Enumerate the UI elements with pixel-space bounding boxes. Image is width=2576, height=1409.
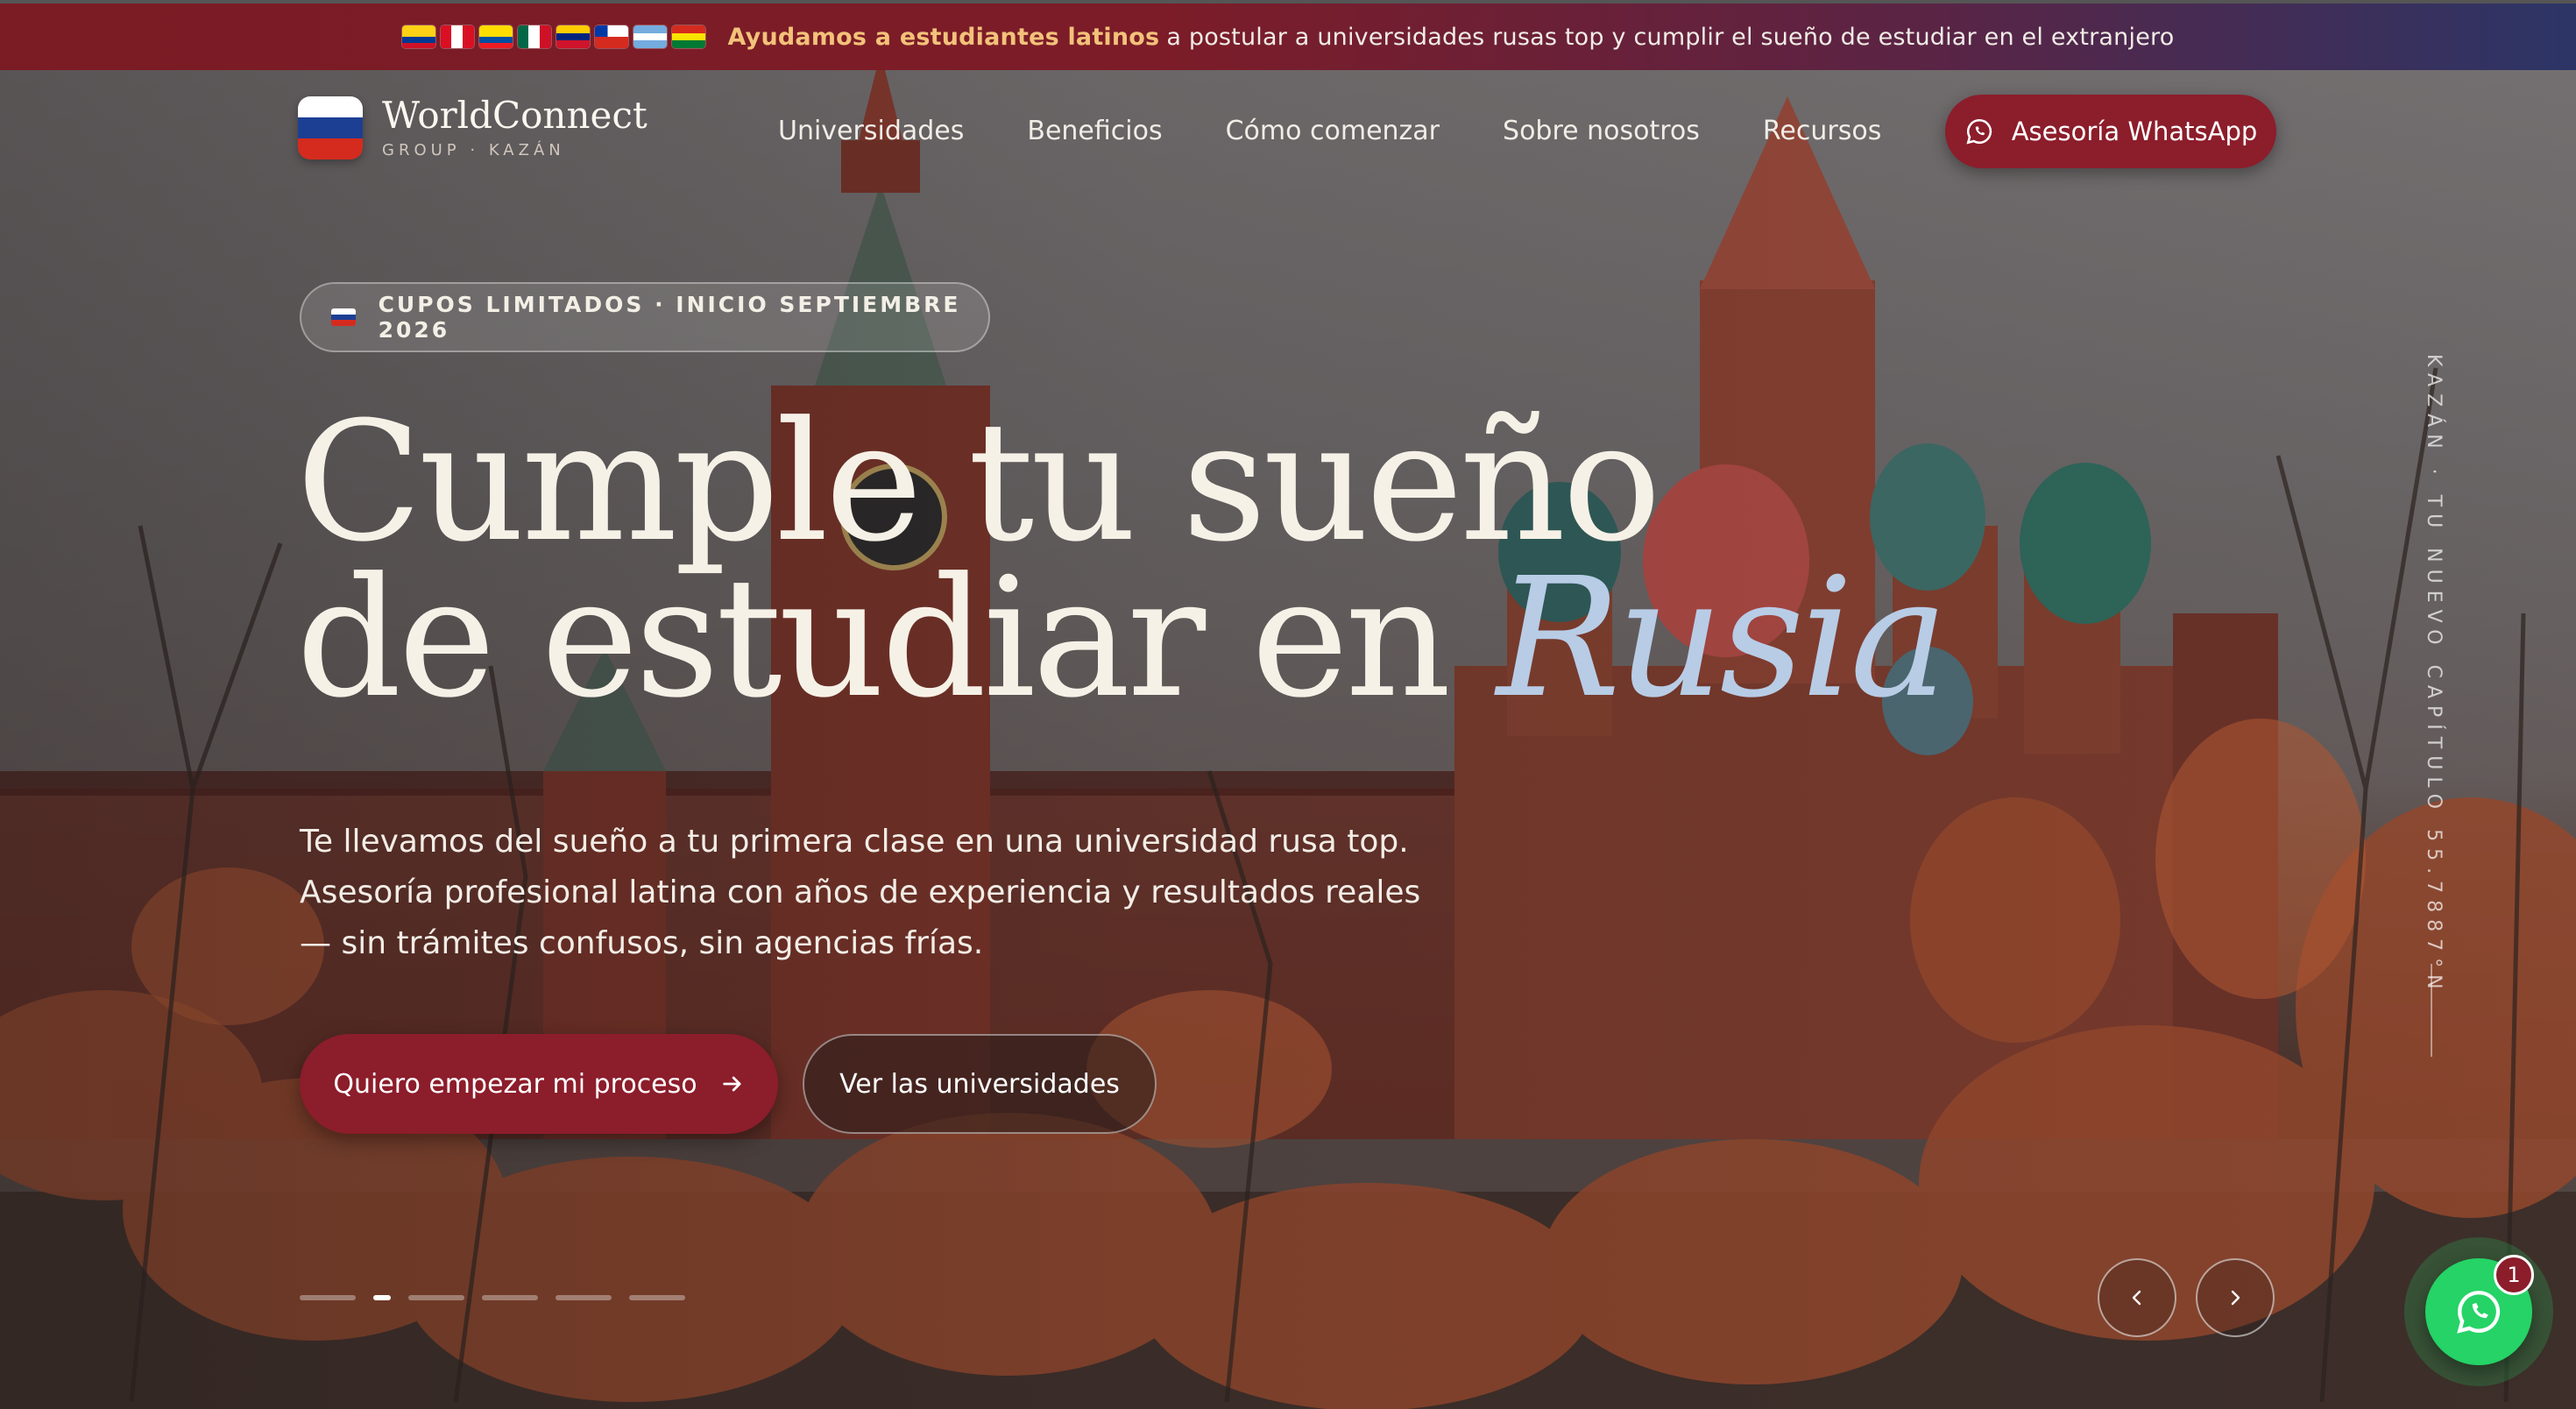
- page: Ayudamos a estudiantes latinos a postula…: [0, 0, 2576, 1409]
- whatsapp-icon: [2457, 1291, 2501, 1334]
- side-divider: [2431, 964, 2432, 1057]
- whatsapp-icon: [1966, 118, 1992, 145]
- flag-peru-icon: [440, 25, 474, 48]
- start-process-button[interactable]: Quiero empezar mi proceso: [300, 1034, 778, 1134]
- side-caption-line-2: 55.7887°N: [2423, 829, 2445, 996]
- slide-indicators: [300, 1295, 685, 1300]
- hero-subtext: Te llevamos del sueño a tu primera clase…: [300, 824, 1421, 961]
- side-caption: KAZÁN · TU NUEVO CAPÍTULO 55.7887°N: [2418, 354, 2448, 996]
- flag-ecuador-icon: [478, 25, 513, 48]
- slide-indicator[interactable]: [408, 1295, 464, 1300]
- announcement-highlight: Ayudamos a estudiantes latinos: [727, 23, 1160, 51]
- slide-indicator[interactable]: [482, 1295, 538, 1300]
- hero-headline: Cumple tu sueño de estudiar en Rusia: [296, 400, 1948, 721]
- notification-badge: 1: [2494, 1255, 2534, 1295]
- flag-venezuela-icon: [556, 25, 590, 48]
- headline-line-2: de estudiar en: [296, 542, 1451, 734]
- side-caption-line-1: KAZÁN · TU NUEVO CAPÍTULO: [2423, 354, 2445, 817]
- flag-argentina-icon: [633, 25, 667, 48]
- site-header: WorldConnect GROUP · KAZÁN Universidades…: [0, 70, 2576, 193]
- country-flags: [401, 25, 705, 48]
- slide-indicator[interactable]: [300, 1295, 356, 1300]
- nav-item-como-comenzar[interactable]: Cómo comenzar: [1226, 116, 1440, 146]
- nav-item-sobre-nosotros[interactable]: Sobre nosotros: [1503, 116, 1700, 146]
- flag-mexico-icon: [517, 25, 551, 48]
- flag-colombia-icon: [401, 25, 435, 48]
- chevron-right-icon: [2231, 1290, 2240, 1306]
- slide-indicator[interactable]: [556, 1295, 612, 1300]
- russia-flag-icon: [331, 308, 356, 326]
- badge-text: CUPOS LIMITADOS · INICIO SEPTIEMBRE 2026: [378, 292, 961, 343]
- slide-indicator[interactable]: [629, 1295, 685, 1300]
- whatsapp-consult-button[interactable]: Asesoría WhatsApp: [1945, 95, 2276, 168]
- announcement-bar: Ayudamos a estudiantes latinos a postula…: [0, 0, 2576, 70]
- slide-indicator-active[interactable]: [373, 1295, 391, 1300]
- prev-slide-button[interactable]: [2098, 1258, 2176, 1337]
- view-universities-label: Ver las universidades: [839, 1068, 1120, 1100]
- start-process-label: Quiero empezar mi proceso: [333, 1068, 697, 1100]
- nav-item-universidades[interactable]: Universidades: [778, 116, 964, 146]
- brand-name: WorldConnect: [382, 94, 648, 137]
- announcement-text: a postular a universidades rusas top y c…: [1166, 23, 2175, 51]
- nav-item-recursos[interactable]: Recursos: [1763, 116, 1881, 146]
- brand-logo[interactable]: WorldConnect GROUP · KAZÁN: [298, 96, 648, 159]
- next-slide-button[interactable]: [2196, 1258, 2275, 1337]
- flag-bolivia-icon: [671, 25, 705, 48]
- russia-flag-icon: [298, 96, 363, 159]
- chevron-left-icon: [2132, 1290, 2141, 1306]
- flag-chile-icon: [594, 25, 628, 48]
- arrow-right-icon: [722, 1076, 741, 1092]
- headline-accent: Rusia: [1497, 542, 1948, 734]
- view-universities-button[interactable]: Ver las universidades: [803, 1034, 1157, 1134]
- brand-subtitle: GROUP · KAZÁN: [382, 141, 565, 159]
- limited-spots-badge: CUPOS LIMITADOS · INICIO SEPTIEMBRE 2026: [300, 282, 990, 352]
- main-nav: Universidades Beneficios Cómo comenzar S…: [778, 116, 1881, 146]
- nav-item-beneficios[interactable]: Beneficios: [1027, 116, 1162, 146]
- whatsapp-consult-label: Asesoría WhatsApp: [2011, 117, 2258, 146]
